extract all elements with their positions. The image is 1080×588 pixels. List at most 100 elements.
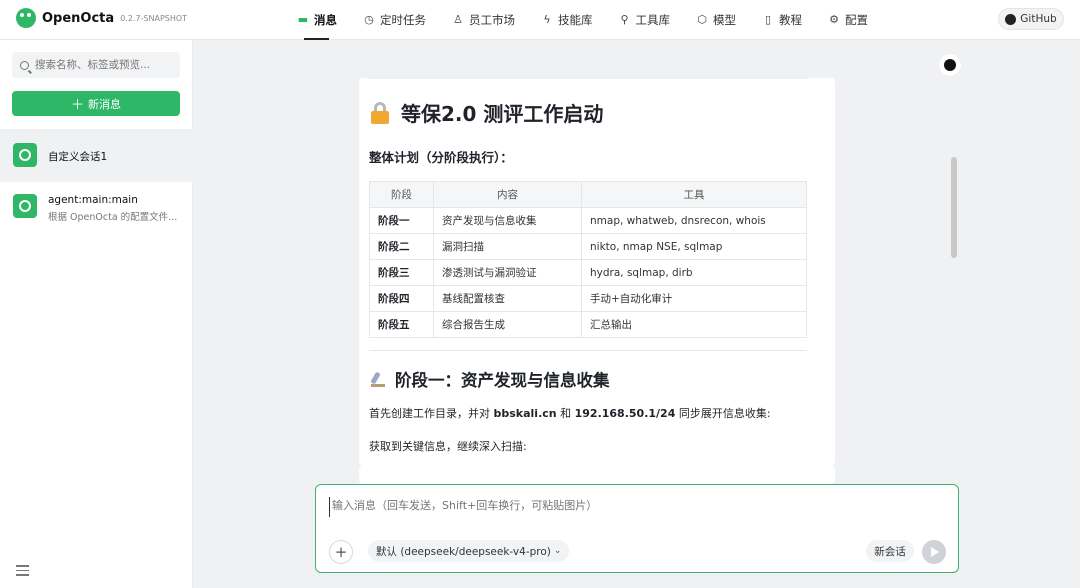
openocta-logo-icon <box>16 8 36 28</box>
model-select-label: 默认 (deepseek/deepseek-v4-pro) <box>376 545 551 558</box>
nav-label: 工具库 <box>635 13 671 27</box>
search-input[interactable] <box>35 59 175 71</box>
nav-label: 定时任务 <box>380 13 426 27</box>
table-cell: nmap, whatweb, dnsrecon, whois <box>581 207 807 234</box>
send-button[interactable] <box>922 540 946 564</box>
plan-title: 整体计划（分阶段执行）： <box>369 150 513 165</box>
table-header: 阶段 <box>369 181 434 208</box>
table-row: 阶段二 漏洞扫描 nikto, nmap NSE, sqlmap <box>369 233 807 260</box>
brand[interactable]: OpenOcta 0.2.7-SNAPSHOT <box>16 8 187 28</box>
new-message-label: 新消息 <box>88 97 121 111</box>
chat-avatar-icon <box>13 194 37 218</box>
send-icon <box>931 547 939 557</box>
nav-item-employee-market[interactable]: ♙ 员工市场 <box>439 0 528 40</box>
search-box[interactable] <box>12 52 180 78</box>
table-cell: 阶段三 <box>369 259 434 286</box>
table-cell: 阶段五 <box>369 311 434 338</box>
plus-icon: + <box>334 543 348 561</box>
paragraph-text: 同步展开信息收集: <box>675 407 771 420</box>
target-ip-range: 192.168.50.1/24 <box>574 407 676 420</box>
section-heading-text: 阶段一：资产发现与信息收集 <box>395 371 610 390</box>
main-nav: ▬ 消息 ◷ 定时任务 ♙ 员工市场 ϟ 技能库 ⚲ 工具库 ⬡ 模型 ▯ 教程… <box>297 0 881 40</box>
agent-avatar[interactable] <box>938 53 962 77</box>
nav-label: 配置 <box>845 13 868 27</box>
brand-name: OpenOcta <box>42 10 115 26</box>
section-divider <box>369 350 807 351</box>
wrench-icon: ⚲ <box>620 13 629 26</box>
github-icon <box>1005 13 1017 25</box>
table-header: 工具 <box>581 181 807 208</box>
github-label: GitHub <box>1020 13 1057 25</box>
conversation-item[interactable]: agent:main:main 根据 OpenOcta 的配置文件... <box>0 182 193 234</box>
user-icon: ♙ <box>453 13 463 26</box>
table-row: 阶段四 基线配置核查 手动+自动化审计 <box>369 285 807 312</box>
target-domain: bbskali.cn <box>493 407 557 420</box>
table-row: 阶段一 资产发现与信息收集 nmap, whatweb, dnsrecon, w… <box>369 207 807 234</box>
collapse-sidebar-icon[interactable] <box>16 565 29 576</box>
table-cell: 基线配置核查 <box>433 285 582 312</box>
scrollbar[interactable] <box>951 157 957 258</box>
attach-button[interactable]: + <box>329 540 353 564</box>
new-session-label: 新会话 <box>874 545 906 558</box>
model-select[interactable]: 默认 (deepseek/deepseek-v4-pro) ⌄ <box>368 540 570 562</box>
nav-item-tutorial[interactable]: ▯ 教程 <box>749 0 815 40</box>
table-row: 阶段三 渗透测试与漏洞验证 hydra, sqlmap, dirb <box>369 259 807 286</box>
sidebar: ＋ 新消息 自定义会话1 agent:main:main 根据 OpenOcta… <box>0 40 193 588</box>
message-heading-text: 等保2.0 测评工作启动 <box>401 102 604 126</box>
message-heading: 等保2.0 测评工作启动 <box>369 98 807 127</box>
plan-table: 阶段 内容 工具 阶段一 资产发现与信息收集 nmap, whatweb, dn… <box>369 181 807 338</box>
section-heading: 阶段一：资产发现与信息收集 <box>369 367 807 391</box>
chevron-down-icon: ⌄ <box>553 546 562 556</box>
nav-label: 技能库 <box>558 13 593 27</box>
conversation-title: 自定义会话1 <box>48 151 108 163</box>
table-row: 阶段五 综合报告生成 汇总输出 <box>369 311 807 338</box>
plus-icon: ＋ <box>70 98 84 113</box>
nav-item-models[interactable]: ⬡ 模型 <box>683 0 749 40</box>
table-cell: nikto, nmap NSE, sqlmap <box>581 233 807 260</box>
conversation-item[interactable]: 自定义会话1 <box>0 130 193 182</box>
agent-avatar-icon <box>944 59 956 71</box>
conversation-preview: 根据 OpenOcta 的配置文件... <box>48 212 178 223</box>
search-icon <box>20 60 29 70</box>
chat-main: 等保2.0 测评工作启动 整体计划（分阶段执行）： 阶段 内容 工具 阶段一 资… <box>193 40 1080 588</box>
assistant-message <box>359 466 835 484</box>
message-input[interactable] <box>329 497 929 517</box>
lock-icon <box>369 101 391 124</box>
book-icon: ▯ <box>764 13 772 26</box>
new-session-button[interactable]: 新会话 <box>866 540 914 562</box>
table-cell: 综合报告生成 <box>433 311 582 338</box>
nav-label: 教程 <box>779 13 802 27</box>
table-cell: 手动+自动化审计 <box>581 285 807 312</box>
table-cell: 阶段四 <box>369 285 434 312</box>
table-header: 内容 <box>433 181 582 208</box>
nav-label: 模型 <box>713 13 736 27</box>
conversation-title: agent:main:main <box>48 194 138 206</box>
app-version: 0.2.7-SNAPSHOT <box>120 13 188 23</box>
nav-label: 消息 <box>314 13 337 27</box>
nav-item-skills[interactable]: ϟ 技能库 <box>528 0 606 40</box>
lightning-icon: ϟ <box>543 13 551 26</box>
message-paragraph: 首先创建工作目录，并对 bbskali.cn 和 192.168.50.1/24… <box>369 405 807 421</box>
table-cell: 渗透测试与漏洞验证 <box>433 259 582 286</box>
message-composer: + 默认 (deepseek/deepseek-v4-pro) ⌄ 新会话 <box>315 484 959 573</box>
table-cell: 资产发现与信息收集 <box>433 207 582 234</box>
message-icon: ▬ <box>297 13 309 26</box>
table-cell: 漏洞扫描 <box>433 233 582 260</box>
message-divider <box>369 78 807 80</box>
message-text: 获取到关键信息，继续深入扫描: <box>369 440 527 453</box>
nav-item-messages[interactable]: ▬ 消息 <box>297 0 350 40</box>
nav-item-tools[interactable]: ⚲ 工具库 <box>606 0 684 40</box>
assistant-message: 获取到关键信息，继续深入扫描: <box>359 430 835 462</box>
paragraph-text: 首先创建工作目录，并对 <box>369 407 494 420</box>
top-bar: OpenOcta 0.2.7-SNAPSHOT ▬ 消息 ◷ 定时任务 ♙ 员工… <box>0 0 1080 40</box>
assistant-message: 等保2.0 测评工作启动 整体计划（分阶段执行）： 阶段 内容 工具 阶段一 资… <box>359 78 835 466</box>
clock-icon: ◷ <box>364 13 374 26</box>
paragraph-text: 和 <box>556 407 575 420</box>
nav-item-settings[interactable]: ⚙ 配置 <box>815 0 881 40</box>
github-button[interactable]: GitHub <box>998 8 1064 30</box>
new-message-button[interactable]: ＋ 新消息 <box>12 91 180 116</box>
cube-icon: ⬡ <box>697 13 707 26</box>
gear-icon: ⚙ <box>829 13 839 26</box>
nav-item-scheduled-tasks[interactable]: ◷ 定时任务 <box>350 0 439 40</box>
table-cell: 汇总输出 <box>581 311 807 338</box>
